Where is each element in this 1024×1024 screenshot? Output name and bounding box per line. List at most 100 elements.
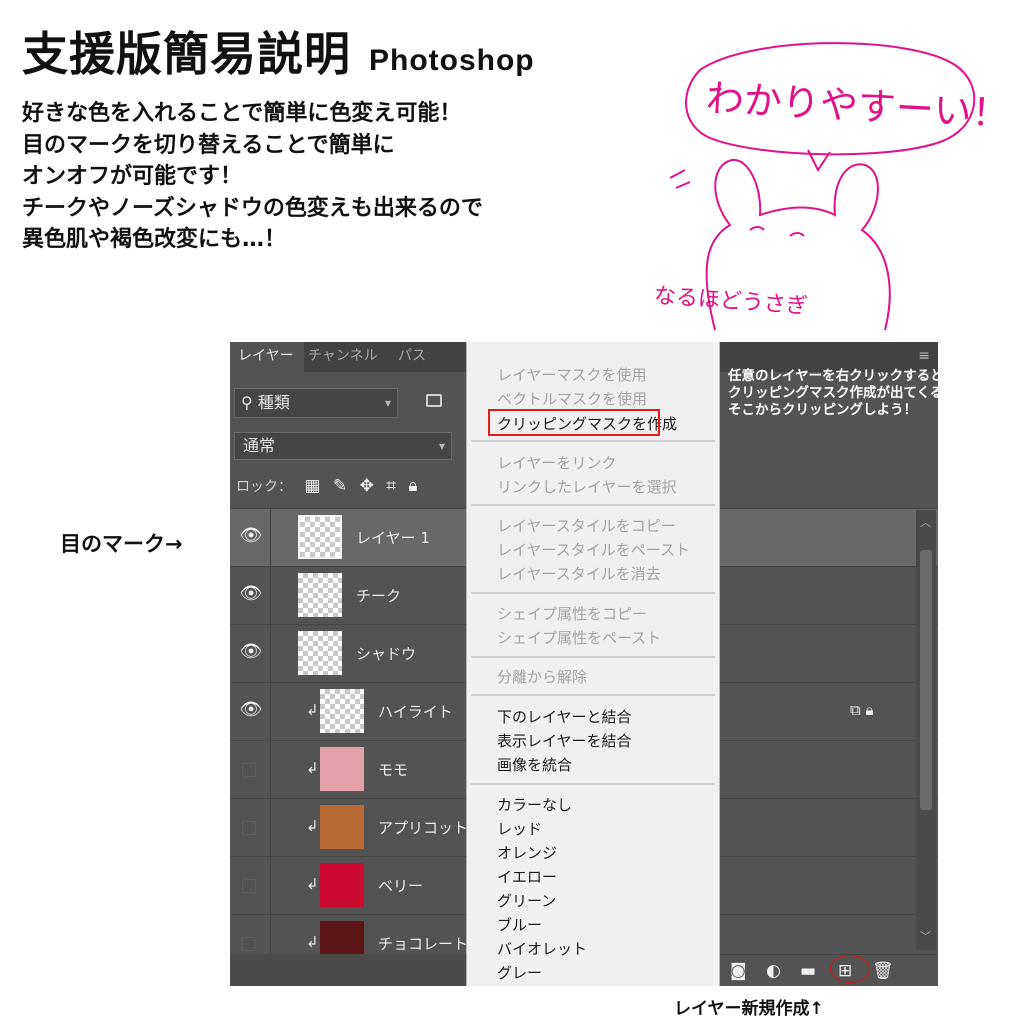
menu-item: シェイプ属性をコピー: [497, 605, 648, 623]
trash-icon[interactable]: 🗑︎: [872, 961, 894, 981]
menu-item: シェイプ属性をペースト: [497, 629, 662, 647]
layer-thumbnail[interactable]: [320, 805, 364, 849]
menu-item: ベクトルマスクを使用: [497, 390, 648, 408]
lock-label: ロック：: [236, 479, 292, 495]
menu-item: 分離から解除: [497, 668, 588, 686]
blend-mode-select[interactable]: 通常 ▾: [234, 432, 452, 460]
group-folder-icon[interactable]: ▬: [800, 961, 816, 981]
clipping-arrow-icon: ↲: [306, 875, 319, 893]
layer-thumbnail[interactable]: [298, 631, 342, 675]
layer-name[interactable]: モモ: [378, 759, 408, 780]
tab-layers[interactable]: レイヤー: [230, 342, 304, 372]
clipping-mask-highlight: [488, 409, 660, 436]
column-divider: [270, 741, 271, 799]
visibility-toggle[interactable]: [242, 821, 256, 835]
column-divider: [270, 625, 271, 683]
menu-item-color-blue[interactable]: ブルー: [497, 914, 542, 935]
menu-separator: [471, 783, 715, 785]
page-title: 支援版簡易説明 Photoshop: [22, 18, 535, 84]
clipping-arrow-icon: ↲: [306, 817, 319, 835]
menu-item-color-none[interactable]: カラーなし: [497, 794, 572, 815]
layer-name[interactable]: レイヤー 1: [356, 527, 430, 548]
layer-name[interactable]: チョコレート: [378, 933, 468, 954]
eye-icon[interactable]: 👁︎: [238, 525, 264, 546]
menu-item-color-orange[interactable]: オレンジ: [497, 842, 557, 863]
scroll-down-icon[interactable]: ﹀: [920, 928, 931, 944]
panel-footer: ◙ ◐ ▬ ⊞ 🗑︎: [720, 954, 938, 986]
column-divider: [270, 567, 271, 625]
description-line: オンオフが可能です！: [22, 164, 243, 189]
chevron-down-icon: ▾: [384, 396, 391, 410]
layer-filter-select[interactable]: ⚲ 種類 ▾: [234, 388, 398, 418]
layer-name[interactable]: アプリコット: [378, 817, 468, 838]
context-menu: レイヤーマスクを使用 ベクトルマスクを使用 クリッピングマスクを作成 レイヤーを…: [466, 342, 720, 986]
panel-tabs: レイヤー チャンネル パス: [230, 342, 466, 372]
menu-item-color-yellow[interactable]: イエロー: [497, 866, 557, 887]
filter-label: 種類: [257, 393, 290, 412]
panel-footer-left: [230, 954, 466, 986]
layer-name[interactable]: ハイライト: [378, 701, 453, 722]
lock-transparent-icon[interactable]: ▦: [304, 476, 320, 496]
menu-item-flatten[interactable]: 画像を統合: [497, 754, 572, 775]
visibility-toggle[interactable]: [242, 763, 256, 777]
info-line: クリッピングマスク作成が出てくるので: [728, 385, 971, 401]
add-mask-icon[interactable]: ◙: [730, 961, 747, 981]
lock-paint-icon[interactable]: ✎: [333, 476, 347, 496]
info-line: そこからクリッピングしよう！: [728, 402, 917, 418]
column-divider: [270, 799, 271, 857]
layers-scrollbar[interactable]: ︿ ﹀: [916, 510, 936, 950]
title-sub: Photoshop: [369, 44, 535, 77]
layers-panel: レイヤー チャンネル パス ≡ ⚲ 種類 ▾ 通常 ▾ ロック： ▦ ✎ ✥ ⌗…: [230, 342, 938, 986]
layer-name[interactable]: チーク: [356, 585, 401, 606]
panel-menu-icon[interactable]: ≡: [918, 348, 930, 364]
description-line: 好きな色を入れることで簡単に色変え可能！: [22, 101, 462, 126]
lock-all-icon[interactable]: 🔒︎: [408, 476, 417, 496]
chevron-down-icon: ▾: [438, 439, 445, 453]
lock-artboard-icon[interactable]: ⌗: [386, 476, 396, 496]
title-main: 支援版簡易説明: [22, 27, 351, 81]
menu-item-color-gray[interactable]: グレー: [497, 962, 542, 983]
menu-item: リンクしたレイヤーを選択: [497, 478, 677, 496]
description-line: 目のマークを切り替えることで簡単に: [22, 132, 395, 158]
tab-paths[interactable]: パス: [394, 342, 438, 372]
info-line: 任意のレイヤーを右クリックすると: [728, 368, 944, 384]
clipping-arrow-icon: ↲: [306, 933, 319, 951]
scroll-up-icon[interactable]: ︿: [920, 514, 931, 530]
new-layer-icon[interactable]: ⊞: [838, 961, 852, 981]
menu-separator: [471, 440, 715, 442]
layer-name[interactable]: ベリー: [378, 875, 423, 896]
menu-item-color-green[interactable]: グリーン: [497, 890, 556, 911]
clipping-arrow-icon: ↲: [306, 759, 319, 777]
eye-icon[interactable]: 👁︎: [238, 641, 264, 662]
scroll-thumb[interactable]: [920, 550, 932, 810]
image-filter-icon[interactable]: [426, 394, 442, 407]
lock-move-icon[interactable]: ✥: [360, 476, 374, 496]
menu-item: レイヤースタイルを消去: [497, 565, 661, 583]
lock-row: ロック： ▦ ✎ ✥ ⌗ 🔒︎: [236, 476, 417, 496]
eye-icon[interactable]: 👁︎: [238, 699, 264, 720]
menu-item-merge-down[interactable]: 下のレイヤーと結合: [497, 706, 632, 727]
layer-name[interactable]: シャドウ: [356, 643, 416, 664]
description-line: チークやノーズシャドウの色変えも出来るので: [22, 195, 483, 221]
menu-separator: [471, 694, 715, 696]
tab-channels[interactable]: チャンネル: [304, 342, 398, 372]
layer-thumbnail[interactable]: [320, 747, 364, 791]
visibility-toggle[interactable]: [242, 937, 256, 951]
layer-thumbnail[interactable]: [298, 573, 342, 617]
menu-item-merge-visible[interactable]: 表示レイヤーを結合: [497, 730, 632, 751]
layer-thumbnail[interactable]: [320, 689, 364, 733]
menu-item-color-violet[interactable]: バイオレット: [497, 938, 587, 959]
layer-thumbnail[interactable]: [320, 863, 364, 907]
eye-icon[interactable]: 👁︎: [238, 583, 264, 604]
menu-item: レイヤーマスクを使用: [497, 366, 647, 384]
menu-separator: [471, 592, 715, 594]
blend-mode-value: 通常: [243, 436, 276, 455]
column-divider: [270, 509, 271, 567]
visibility-toggle[interactable]: [242, 879, 256, 893]
layer-lock-icon: ⧉ 🔒︎: [850, 701, 874, 719]
search-icon: ⚲: [241, 393, 258, 412]
menu-separator: [471, 656, 715, 658]
menu-item-color-red[interactable]: レッド: [497, 818, 542, 839]
layer-thumbnail[interactable]: [298, 515, 342, 559]
adjustment-layer-icon[interactable]: ◐: [766, 961, 781, 981]
